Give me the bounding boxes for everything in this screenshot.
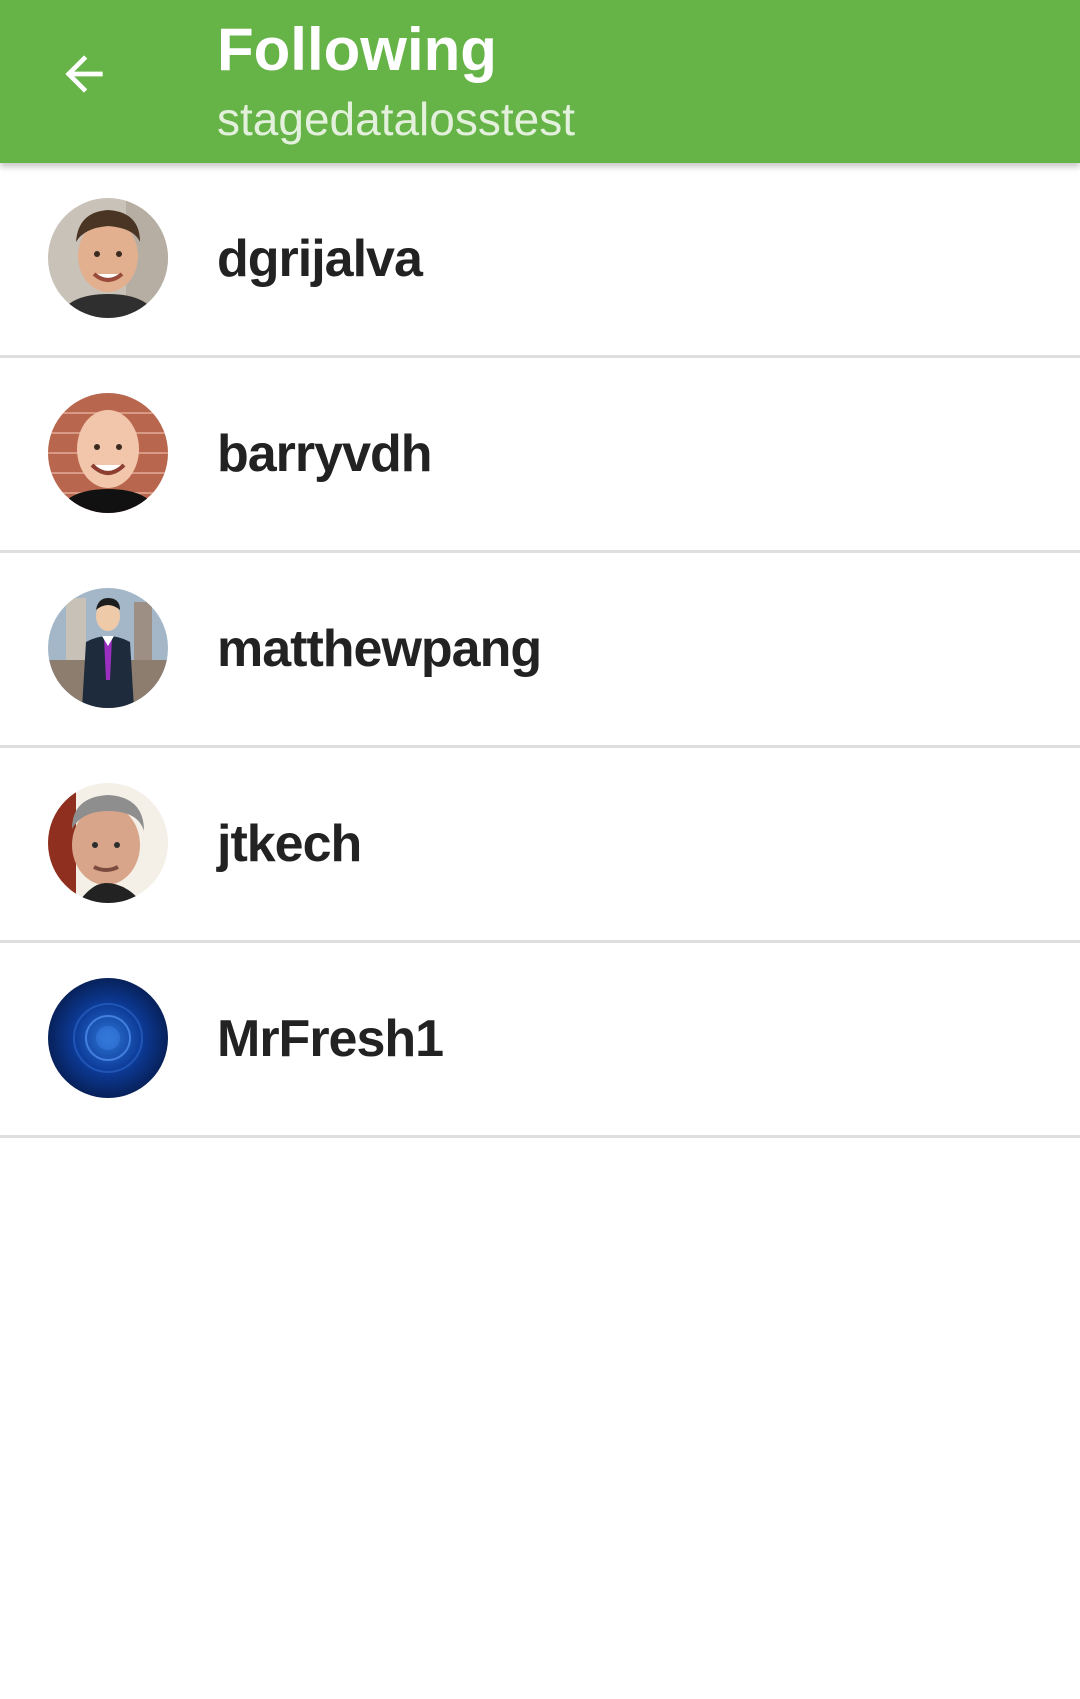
username: jtkech [217, 815, 362, 873]
arrow-left-icon [56, 46, 112, 107]
avatar[interactable] [48, 783, 168, 903]
back-button[interactable] [38, 30, 130, 122]
username: MrFresh1 [217, 1010, 444, 1068]
username: barryvdh [217, 425, 433, 483]
toolbar-titles: Following stagedatalosstest [217, 14, 575, 150]
app-toolbar: Following stagedatalosstest [0, 0, 1080, 163]
username: matthewpang [217, 620, 542, 678]
avatar-abstract-icon [48, 978, 168, 1098]
avatar[interactable] [48, 978, 168, 1098]
avatar[interactable] [48, 588, 168, 708]
avatar-photo-icon [48, 783, 168, 903]
following-list: dgrijalva barryvdh matthewpang jtkech Mr… [0, 163, 1080, 1138]
list-item-user[interactable]: jtkech [0, 748, 1080, 943]
avatar[interactable] [48, 198, 168, 318]
list-item-user[interactable]: dgrijalva [0, 163, 1080, 358]
list-item-user[interactable]: matthewpang [0, 553, 1080, 748]
list-item-user[interactable]: MrFresh1 [0, 943, 1080, 1138]
page-subtitle: stagedatalosstest [217, 93, 576, 145]
avatar-photo-icon [48, 198, 168, 318]
following-screen: Following stagedatalosstest dgrijalva ba… [0, 0, 1080, 1699]
list-item-user[interactable]: barryvdh [0, 358, 1080, 553]
avatar-photo-icon [48, 588, 168, 708]
page-title: Following [217, 16, 497, 83]
avatar[interactable] [48, 393, 168, 513]
avatar-photo-icon [48, 393, 168, 513]
username: dgrijalva [217, 230, 423, 288]
